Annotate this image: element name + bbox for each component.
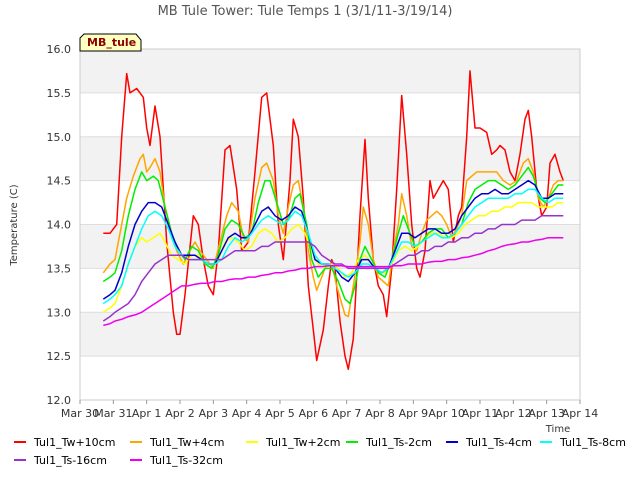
plot-band: [80, 356, 580, 400]
plot-band: [80, 49, 580, 93]
legend-label: Tul1_Tw+10cm: [33, 436, 115, 449]
plot-band: [80, 224, 580, 269]
legend: Tul1_Tw+10cm Tul1_Tw+4cm Tul1_Tw+2cm Tul1_T…: [14, 436, 626, 467]
plot-band: [80, 312, 580, 357]
x-tick-label: Apr 4: [232, 407, 262, 420]
y-tick-label: 15.0: [47, 131, 72, 144]
y-tick-label: 14.5: [47, 175, 72, 188]
site-badge-label: MB_tule: [87, 36, 136, 49]
y-tick-label: 13.5: [47, 262, 72, 275]
legend-label: Tul1_Ts-16cm: [33, 454, 107, 467]
plot-band: [80, 92, 580, 137]
x-tick-label: Apr 10: [428, 407, 465, 420]
x-tick-label: Apr 1: [132, 407, 162, 420]
y-axis-ticks: 12.0 12.5 13.0 13.5 14.0 14.5 15.0 15.5 16.0: [47, 43, 72, 407]
x-axis-ticks: Mar 30Mar 31 Apr 1 Apr 2 Apr 3 Apr 4 Apr 5 Apr…: [61, 400, 598, 420]
x-tick-label: Apr 14: [562, 407, 599, 420]
legend-label: Tul1_Ts-2cm: [365, 436, 432, 449]
x-tick-label: Apr 8: [365, 407, 395, 420]
legend-label: Tul1_Tw+2cm: [265, 436, 340, 449]
y-tick-label: 12.0: [47, 394, 72, 407]
x-axis-label: Time: [545, 424, 570, 435]
x-tick-label: Apr 7: [332, 407, 362, 420]
chart-title: MB Tule Tower: Tule Temps 1 (3/1/11-3/19…: [158, 4, 453, 19]
legend-label: Tul1_Ts-8cm: [559, 436, 626, 449]
x-tick-label: Apr 13: [528, 407, 565, 420]
y-tick-label: 15.5: [47, 87, 72, 100]
y-tick-label: 14.0: [47, 219, 72, 232]
x-tick-label: Apr 3: [199, 407, 229, 420]
x-tick-label: Mar 31: [94, 407, 132, 420]
legend-label: Tul1_Tw+4cm: [149, 436, 224, 449]
x-tick-label: Apr 6: [299, 407, 329, 420]
y-tick-label: 13.0: [47, 306, 72, 319]
chart: MB Tule Tower: Tule Temps 1 (3/1/11-3/19…: [9, 4, 626, 467]
x-tick-label: Apr 9: [399, 407, 429, 420]
legend-label: Tul1_Ts-4cm: [465, 436, 532, 449]
x-tick-label: Apr 2: [165, 407, 195, 420]
site-badge: MB_tule: [79, 33, 142, 52]
y-tick-label: 16.0: [47, 43, 72, 56]
x-tick-label: Apr 11: [462, 407, 499, 420]
legend-label: Tul1_Ts-32cm: [149, 454, 223, 467]
y-tick-label: 12.5: [47, 350, 72, 363]
x-tick-label: Apr 5: [265, 407, 295, 420]
y-axis-label: Temperature (C): [9, 184, 20, 266]
x-tick-label: Apr 12: [495, 407, 532, 420]
